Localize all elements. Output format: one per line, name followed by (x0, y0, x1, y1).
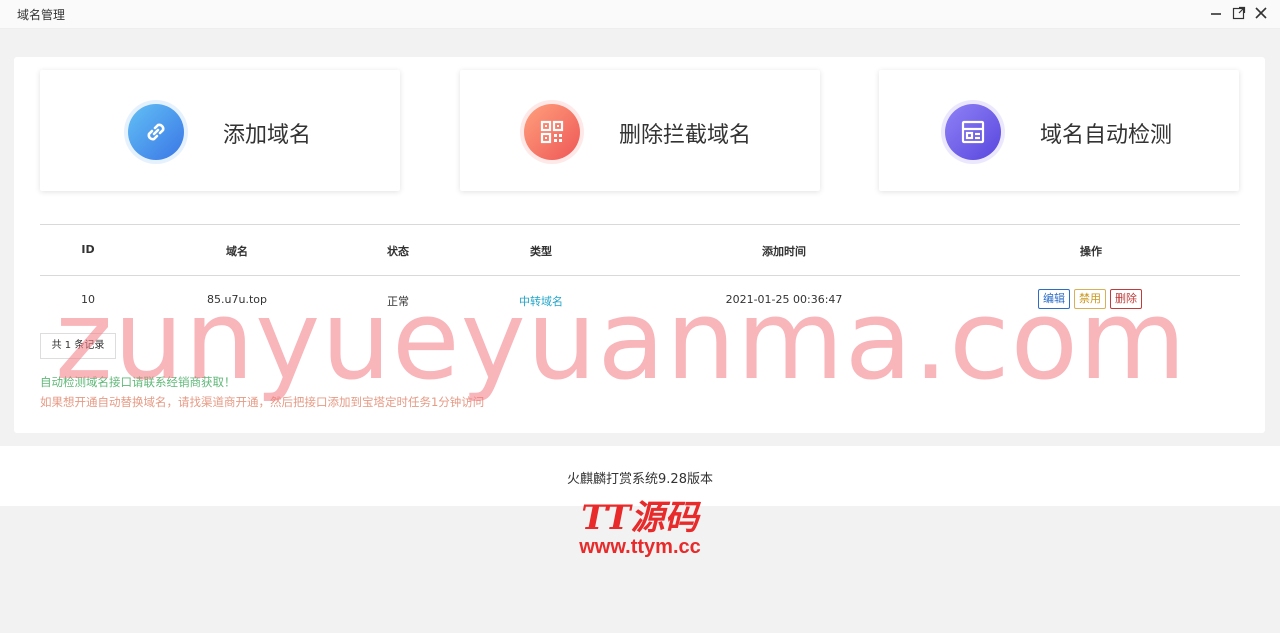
watermark-logo: TT源码 (581, 498, 699, 538)
watermark-text: zunyueyuanma.com (55, 276, 1188, 404)
close-button[interactable] (1253, 5, 1269, 21)
domain-auto-detect-label: 域名自动检测 (1040, 123, 1173, 148)
footer-version: 火麒麟打赏系统9.28版本 (567, 472, 713, 487)
add-domain-icon-circle (128, 104, 184, 160)
auto-detect-icon-circle (945, 104, 1001, 160)
table-top-border (40, 224, 1240, 225)
col-header-actions: 操作 (1080, 245, 1102, 258)
watermark-url: www.ttym.cc (579, 536, 701, 558)
minimize-icon (1211, 13, 1221, 15)
window-titlebar: 域名管理 (0, 0, 1280, 29)
link-icon (147, 123, 165, 141)
add-domain-label: 添加域名 (223, 123, 312, 148)
col-header-added: 添加时间 (762, 245, 806, 258)
minimize-button[interactable] (1208, 5, 1224, 21)
domain-auto-detect-card[interactable]: 域名自动检测 (879, 70, 1239, 191)
delete-blocked-domain-card[interactable]: 删除拦截域名 (460, 70, 820, 191)
col-header-type: 类型 (530, 245, 552, 258)
window-title: 域名管理 (17, 8, 66, 22)
maximize-button[interactable] (1231, 5, 1247, 21)
delete-blocked-icon-circle (524, 104, 580, 160)
footer: 火麒麟打赏系统9.28版本 (0, 446, 1280, 506)
maximize-icon (1232, 6, 1246, 20)
add-domain-card[interactable]: 添加域名 (40, 70, 400, 191)
col-header-id: ID (81, 243, 95, 256)
add-domain-icon-ring (124, 100, 188, 164)
delete-blocked-icon-ring (520, 100, 584, 164)
qrcode-icon (540, 120, 564, 144)
delete-blocked-domain-label: 删除拦截域名 (619, 123, 752, 148)
auto-detect-icon-ring (941, 100, 1005, 164)
col-header-status: 状态 (387, 245, 409, 258)
list-layout-icon (961, 120, 985, 144)
col-header-domain: 域名 (226, 245, 248, 258)
close-icon (1255, 7, 1267, 19)
